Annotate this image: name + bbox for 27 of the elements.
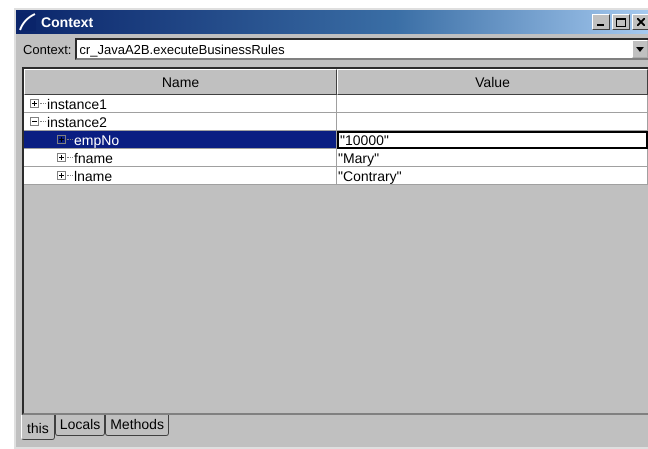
close-button[interactable] (632, 14, 648, 30)
app-icon (18, 13, 36, 31)
expander-icon[interactable] (30, 117, 39, 126)
tree-item[interactable]: lname (24, 167, 337, 185)
tree-item[interactable]: fname (24, 149, 337, 167)
tree-item[interactable]: empNo (24, 131, 337, 149)
expander-icon[interactable] (57, 153, 66, 162)
expander-icon[interactable] (30, 99, 39, 108)
value-cell: "Mary" (337, 149, 648, 167)
minimize-button[interactable] (592, 14, 610, 30)
column-header[interactable]: Value (337, 69, 648, 95)
tree-item[interactable]: instance1 (24, 95, 337, 113)
column-header[interactable]: Name (24, 69, 337, 95)
context-dropdown[interactable]: cr_JavaA2B.executeBusinessRules (75, 38, 648, 60)
tab[interactable]: Methods (105, 415, 169, 436)
dropdown-arrow-icon (636, 46, 644, 52)
value-cell: "Contrary" (337, 167, 648, 185)
maximize-button[interactable] (612, 14, 630, 30)
window-title: Context (41, 14, 94, 30)
context-label: Context: (22, 42, 72, 56)
tree-item[interactable]: instance2 (24, 113, 337, 131)
tab[interactable]: this (21, 415, 55, 440)
tab[interactable]: Locals (54, 415, 106, 436)
maximize-icon (616, 18, 626, 26)
expander-icon[interactable] (57, 171, 66, 180)
value-cell: "10000" (337, 131, 648, 149)
close-icon (637, 18, 645, 26)
